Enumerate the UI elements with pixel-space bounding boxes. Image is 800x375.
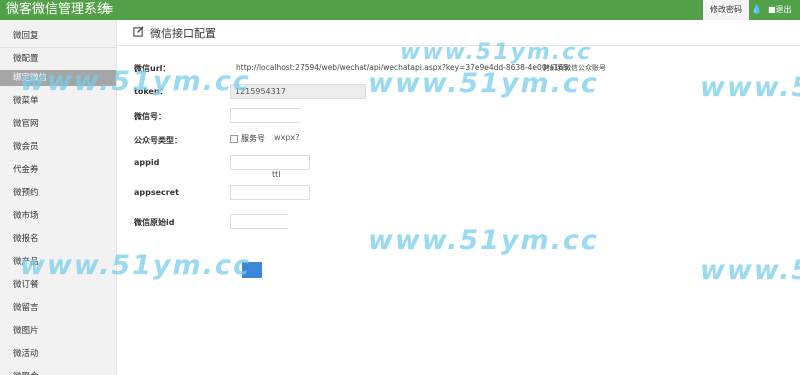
appsecret-field[interactable] [230, 185, 310, 200]
watermark-text: www.51ym.cc [700, 72, 800, 103]
url-value: http://localhost:27594/web/wechat/api/we… [236, 63, 569, 72]
app-title: 微客微信管理系统 [6, 2, 111, 17]
appid-field[interactable] [230, 155, 310, 170]
change-password-button[interactable]: 修改密码 [703, 0, 749, 20]
appsecret-residue: ttl [272, 170, 281, 179]
sidebar-item-order[interactable]: 微订餐 [0, 274, 116, 296]
sidebar-item-menu[interactable]: 微菜单 [0, 90, 116, 112]
sidebar-item-coupon[interactable]: 代金券 [0, 159, 116, 181]
sidebar-item-website[interactable]: 微官网 [0, 113, 116, 135]
page-title: 微信接口配置 [150, 27, 216, 40]
sidebar-item-member[interactable]: 微会员 [0, 136, 116, 158]
page-header: 微信接口配置 [117, 20, 800, 46]
blank-patch [262, 254, 317, 280]
service-account-label: 服务号 [241, 134, 265, 143]
top-bar: 微客微信管理系统 ≡ 修改密码 💧 ■退出 [0, 0, 800, 20]
wechat-id-label: 微信号： [134, 112, 166, 121]
sidebar-item-gallery[interactable]: 微图片 [0, 320, 116, 342]
watermark-text: www.51ym.cc [700, 255, 800, 286]
url-label: 微信url： [134, 64, 171, 73]
sidebar-item-activity[interactable]: 微活动 [0, 343, 116, 365]
sidebar-item-market[interactable]: 微市场 [0, 205, 116, 227]
drop-icon[interactable]: 💧 [750, 0, 764, 20]
blank-patch [300, 100, 355, 140]
origin-id-label: 微信原始id [134, 218, 175, 227]
edit-icon [133, 26, 144, 37]
wechat-id-field[interactable] [230, 108, 310, 123]
sidebar-item-product[interactable]: 微产品 [0, 251, 116, 273]
logout-button[interactable]: ■退出 [768, 0, 792, 20]
sidebar-item-config[interactable]: 微配置 [0, 48, 116, 70]
copy-hint[interactable]: 拷贝到微信公众账号 [543, 63, 606, 73]
appsecret-label: appsecret [134, 188, 179, 197]
appid-label: appid [134, 158, 160, 167]
sidebar-item-message[interactable]: 微留言 [0, 297, 116, 319]
watermark-text: www.51ym.cc [368, 225, 599, 256]
sidebar-item-signup[interactable]: 微报名 [0, 228, 116, 250]
sidebar: 微回复 微配置 绑定微信 微菜单 微官网 微会员 代金券 微预约 微市场 微报名… [0, 20, 117, 375]
sidebar-item-reply[interactable]: 微回复 [0, 25, 116, 47]
blank-patch [288, 205, 323, 235]
blank-patch [310, 150, 350, 195]
token-field[interactable]: 1215954317 [230, 84, 366, 99]
menu-toggle-icon[interactable]: ≡ [103, 2, 114, 18]
sidebar-item-bind-wechat[interactable]: 绑定微信 [0, 70, 116, 86]
service-account-checkbox[interactable] [230, 135, 238, 143]
account-type-label: 公众号类型： [134, 136, 182, 145]
token-label: token： [134, 87, 168, 96]
sidebar-item-party[interactable]: 微聚会 [0, 366, 116, 375]
sidebar-item-booking[interactable]: 微预约 [0, 182, 116, 204]
